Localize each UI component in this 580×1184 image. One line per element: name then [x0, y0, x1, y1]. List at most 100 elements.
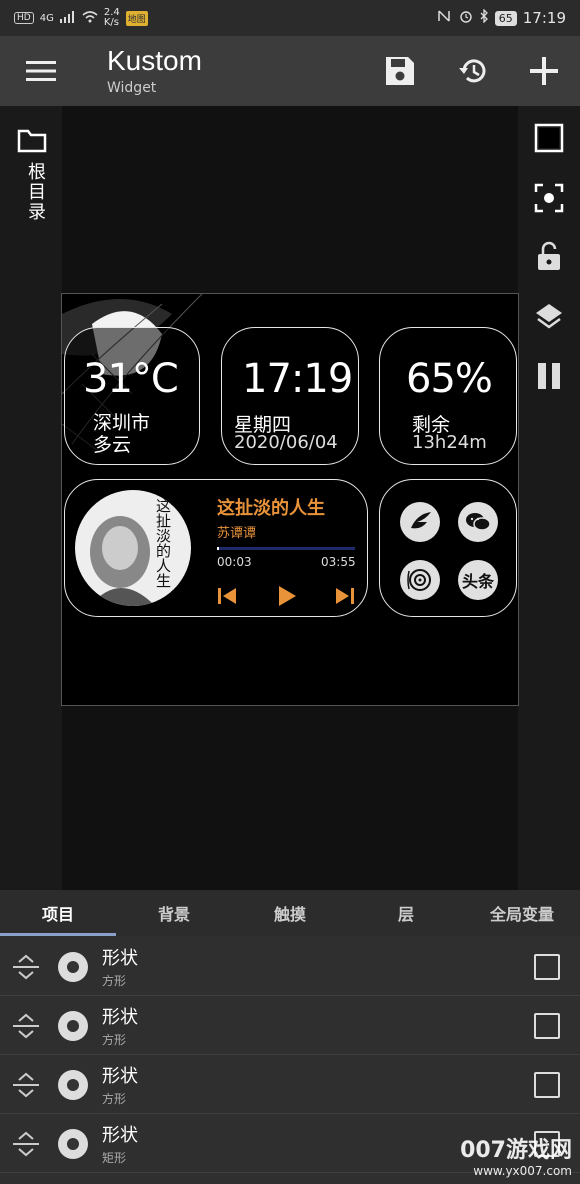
left-rail: 根目录: [0, 106, 62, 890]
song-total-time: 03:55: [321, 555, 356, 569]
date: 2020/06/04: [234, 432, 338, 453]
plus-icon: [530, 57, 558, 85]
song-title: 这扯淡的人生: [217, 498, 325, 519]
feather-app-icon[interactable]: [400, 502, 440, 542]
save-button[interactable]: [364, 36, 436, 106]
list-item[interactable]: 形状 方形: [0, 938, 580, 996]
hd-badge: HD: [14, 12, 34, 24]
item-subtitle: 方形: [102, 1092, 127, 1106]
toggle-preview-bg-button[interactable]: [533, 122, 565, 154]
battery-indicator: 65: [494, 10, 517, 26]
drag-handle[interactable]: [0, 938, 52, 996]
song-artist: 苏谭谭: [217, 526, 257, 541]
music-disc-icon[interactable]: [400, 560, 440, 600]
app-bar: Kustom Widget: [0, 36, 580, 106]
play-button[interactable]: [275, 584, 299, 608]
nfc-icon: [437, 9, 453, 27]
history-icon: [459, 59, 486, 83]
menu-button[interactable]: [0, 36, 82, 106]
skip-next-icon: [336, 588, 354, 604]
battery-remaining: 13h24m: [412, 432, 487, 453]
pause-button[interactable]: [533, 360, 565, 392]
history-button[interactable]: [436, 36, 508, 106]
clock-card[interactable]: 17:19 星期四 2020/06/04: [221, 327, 359, 465]
battery-percent: 65%: [406, 356, 493, 402]
music-card[interactable]: 这扯淡的人生 这扯淡的人生 苏谭谭 00:03 03:55: [64, 479, 368, 617]
hamburger-icon: [26, 61, 56, 81]
widget-time: 17:19: [242, 356, 353, 402]
next-button[interactable]: [333, 584, 357, 608]
root-folder-label[interactable]: 根目录: [22, 162, 48, 222]
reorder-icon: [13, 1072, 39, 1097]
center-focus-icon: [534, 183, 564, 213]
item-title: 形状: [102, 948, 138, 969]
alarm-icon: [459, 9, 473, 27]
pause-icon: [538, 363, 560, 389]
tab-globals[interactable]: 全局变量: [464, 890, 580, 936]
net-speed-unit: K/s: [103, 17, 119, 28]
shape-icon: [56, 950, 90, 984]
reorder-icon: [13, 954, 39, 979]
signal-icon: [59, 10, 76, 26]
right-rail: [518, 106, 580, 890]
item-title: 形状: [102, 1066, 138, 1087]
reorder-icon: [13, 1013, 39, 1038]
wifi-icon: [82, 10, 98, 26]
shape-icon: [56, 1068, 90, 1102]
drag-handle[interactable]: [0, 1115, 52, 1173]
app-title: Kustom: [107, 45, 202, 76]
album-portrait: [90, 516, 155, 606]
song-progress-bar[interactable]: [217, 547, 355, 550]
toutiao-label: 头条: [461, 572, 494, 591]
toutiao-icon[interactable]: 头条: [458, 560, 498, 600]
album-art: 这扯淡的人生: [75, 490, 191, 606]
tab-layer[interactable]: 层: [348, 890, 464, 936]
item-subtitle: 方形: [102, 1033, 127, 1047]
album-title-text: 这扯淡的人生: [154, 498, 172, 588]
app-shortcuts-card[interactable]: 头条: [379, 479, 517, 617]
focus-button[interactable]: [533, 182, 565, 214]
list-item[interactable]: 形状 方形: [0, 997, 580, 1055]
reorder-icon: [13, 1131, 39, 1156]
layers-button[interactable]: [533, 300, 565, 332]
square-preview-icon: [534, 123, 564, 153]
drag-handle[interactable]: [0, 1056, 52, 1114]
add-button[interactable]: [508, 36, 580, 106]
list-item[interactable]: 形状 方形: [0, 1056, 580, 1114]
tab-touch[interactable]: 触摸: [232, 890, 348, 936]
layers-icon: [536, 304, 562, 329]
watermark-url: www.yx007.com: [473, 1164, 572, 1178]
item-checkbox[interactable]: [534, 1013, 560, 1039]
network-label: 4G: [39, 12, 54, 24]
lock-button[interactable]: [533, 240, 565, 272]
drag-handle[interactable]: [0, 997, 52, 1055]
previous-button[interactable]: [215, 584, 239, 608]
item-subtitle: 矩形: [102, 1151, 127, 1165]
item-checkbox[interactable]: [534, 1072, 560, 1098]
watermark-title: 007游戏网: [460, 1138, 572, 1163]
save-icon: [386, 57, 414, 85]
skip-previous-icon: [218, 588, 236, 604]
app-subtitle: Widget: [107, 80, 157, 96]
item-subtitle: 方形: [102, 974, 127, 988]
status-bar: HD 4G 2.4 K/s 地图 65 17:19: [0, 0, 580, 36]
weather-condition: 多云: [93, 434, 132, 456]
wechat-icon[interactable]: [458, 502, 498, 542]
bottom-tabs: 项目 背景 触摸 层 全局变量: [0, 890, 580, 936]
battery-card[interactable]: 65% 剩余 13h24m: [379, 327, 517, 465]
item-title: 形状: [102, 1007, 138, 1028]
item-checkbox[interactable]: [534, 954, 560, 980]
tab-items[interactable]: 项目: [0, 890, 116, 936]
temperature: 31°C: [83, 356, 179, 402]
site-watermark: 007游戏网 www.yx007.com: [460, 1132, 572, 1178]
editor-area: 根目录 31°C 深圳市 多云 17:19 星期四 2020/06/04 65%…: [0, 106, 580, 890]
widget-preview[interactable]: 31°C 深圳市 多云 17:19 星期四 2020/06/04 65% 剩余 …: [61, 293, 519, 706]
tab-background[interactable]: 背景: [116, 890, 232, 936]
shape-icon: [56, 1127, 90, 1161]
lock-open-icon: [538, 241, 560, 270]
weather-card[interactable]: 31°C 深圳市 多云: [64, 327, 200, 465]
shape-icon: [56, 1009, 90, 1043]
bluetooth-icon: [479, 8, 489, 27]
item-title: 形状: [102, 1125, 138, 1146]
folder-button[interactable]: [16, 124, 48, 156]
